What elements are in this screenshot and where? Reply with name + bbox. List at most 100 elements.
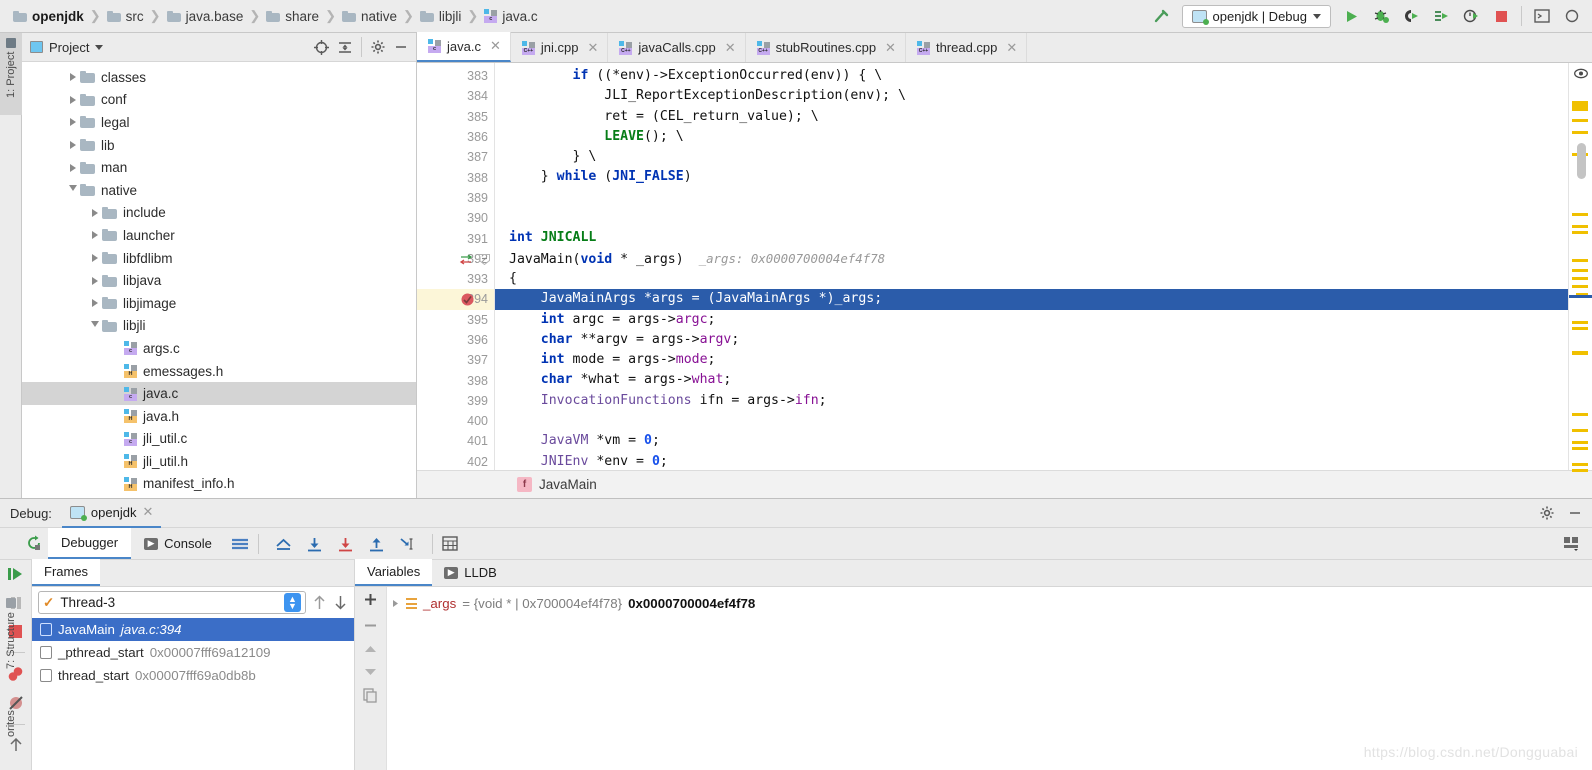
- up-icon[interactable]: [363, 644, 378, 655]
- chevron-right-icon[interactable]: [66, 95, 80, 104]
- tab-debugger[interactable]: Debugger: [48, 528, 132, 559]
- layout-settings-icon[interactable]: [1563, 536, 1592, 551]
- gutter-line[interactable]: 383: [417, 66, 494, 86]
- recursive-call-icon[interactable]: [459, 253, 473, 266]
- chevron-down-icon[interactable]: [95, 44, 104, 50]
- gutter-line[interactable]: 388: [417, 167, 494, 187]
- gutter-line[interactable]: 387: [417, 147, 494, 167]
- editor-tab-stubRoutines-cpp[interactable]: C++ stubRoutines.cpp ✕: [746, 33, 906, 62]
- chevron-right-icon[interactable]: [66, 73, 80, 82]
- frame-row[interactable]: JavaMain java.c:394: [32, 618, 354, 641]
- gutter-line[interactable]: 393: [417, 269, 494, 289]
- gutter-line[interactable]: 396: [417, 330, 494, 350]
- resume-icon[interactable]: [7, 566, 25, 582]
- tree-file-row[interactable]: c args.c: [22, 337, 416, 360]
- code-line[interactable]: JNIEnv *env = 0;: [495, 452, 1568, 470]
- variables-list[interactable]: _args = {void * | 0x700004ef4f78} 0x000070…: [387, 587, 1592, 770]
- editor-tab-javaCalls-cpp[interactable]: C++ javaCalls.cpp ✕: [608, 33, 746, 62]
- chevron-right-icon[interactable]: [88, 299, 102, 308]
- tree-folder-row[interactable]: conf: [22, 89, 416, 112]
- chevron-down-icon[interactable]: [1313, 13, 1321, 19]
- breadcrumb-item-native[interactable]: native: [337, 9, 402, 24]
- editor-tab-java-c[interactable]: c java.c ✕: [417, 32, 511, 62]
- gutter-line[interactable]: 386: [417, 127, 494, 147]
- collapse-all-icon[interactable]: [338, 40, 352, 55]
- tree-file-row[interactable]: Hemessages.h: [22, 360, 416, 383]
- breakpoint-icon[interactable]: [461, 293, 474, 306]
- tab-lldb[interactable]: ▶ LLDB: [432, 559, 509, 586]
- gutter-line[interactable]: 398: [417, 370, 494, 390]
- tree-folder-row[interactable]: launcher: [22, 224, 416, 247]
- attach-debug-icon[interactable]: [1401, 6, 1421, 26]
- up-arrow-icon[interactable]: [312, 594, 327, 611]
- tab-variables[interactable]: Variables: [355, 559, 433, 586]
- show-execution-point-icon[interactable]: [275, 536, 292, 552]
- code-line[interactable]: int argc = args->argc;: [495, 310, 1568, 330]
- breadcrumb-item-src[interactable]: src: [102, 9, 149, 24]
- chevron-right-icon[interactable]: [66, 163, 80, 172]
- tree-file-row[interactable]: Hmanifest_info.h: [22, 473, 416, 496]
- gutter-line[interactable]: 384: [417, 86, 494, 106]
- code-line[interactable]: char *what = args->what;: [495, 370, 1568, 390]
- code-line[interactable]: JavaVM *vm = 0;: [495, 431, 1568, 451]
- code-line[interactable]: ret = (CEL_return_value); \: [495, 107, 1568, 127]
- force-step-into-icon[interactable]: [368, 536, 385, 552]
- breadcrumb-item-share[interactable]: share: [261, 9, 324, 24]
- frame-row[interactable]: _pthread_start 0x00007fff69a12109: [32, 641, 354, 664]
- tree-folder-row[interactable]: libfdlibm: [22, 247, 416, 270]
- close-icon[interactable]: ✕: [142, 504, 153, 520]
- gutter-line[interactable]: 385: [417, 107, 494, 127]
- evaluate-expression-icon[interactable]: [442, 536, 458, 551]
- chevron-down-icon[interactable]: [88, 320, 102, 331]
- step-over-icon[interactable]: [306, 536, 323, 552]
- editor-tab-thread-cpp[interactable]: C++ thread.cpp ✕: [906, 33, 1028, 62]
- minimize-icon[interactable]: [1568, 506, 1582, 520]
- code-line[interactable]: char **argv = args->argv;: [495, 330, 1568, 350]
- tree-file-row[interactable]: c java.c: [22, 382, 416, 405]
- code-line[interactable]: JLI_ReportExceptionDescription(env); \: [495, 86, 1568, 106]
- breadcrumb-item-openjdk[interactable]: openjdk: [8, 9, 89, 24]
- gutter-line[interactable]: 392: [417, 249, 494, 269]
- copy-icon[interactable]: [363, 688, 378, 703]
- code-line[interactable]: JavaMain(void * _args) _args: 0x00007000…: [495, 249, 1568, 269]
- close-icon[interactable]: ✕: [490, 38, 501, 54]
- down-arrow-icon[interactable]: [333, 594, 348, 611]
- down-icon[interactable]: [363, 666, 378, 677]
- thread-selector[interactable]: ✓ Thread-3 ▲ ▼: [38, 591, 306, 614]
- breadcrumb-function-name[interactable]: JavaMain: [539, 477, 597, 492]
- chevron-right-icon[interactable]: [88, 254, 102, 263]
- sidebar-item-structure[interactable]: 7: Structure: [0, 593, 22, 688]
- run-icon[interactable]: [1341, 6, 1361, 26]
- add-icon[interactable]: [363, 592, 378, 607]
- gear-icon[interactable]: [1540, 506, 1554, 520]
- inspections-eye-icon[interactable]: [1574, 68, 1588, 79]
- more-icon[interactable]: [1562, 6, 1582, 26]
- chevron-right-icon[interactable]: [88, 231, 102, 240]
- console-icon[interactable]: [1532, 6, 1552, 26]
- thread-spinner-icon[interactable]: ▲ ▼: [284, 593, 301, 612]
- variable-row[interactable]: _args = {void * | 0x700004ef4f78} 0x000070…: [387, 593, 1592, 614]
- tree-folder-row[interactable]: man: [22, 156, 416, 179]
- tree-file-row[interactable]: c jli_util.c: [22, 428, 416, 451]
- code-line[interactable]: [495, 411, 1568, 431]
- gutter-line[interactable]: 400: [417, 411, 494, 431]
- gutter-line[interactable]: 391: [417, 228, 494, 248]
- close-icon[interactable]: ✕: [587, 40, 598, 56]
- close-icon[interactable]: ✕: [885, 40, 896, 56]
- code-line[interactable]: if ((*env)->ExceptionOccurred(env)) { \: [495, 66, 1568, 86]
- tree-folder-row[interactable]: native: [22, 179, 416, 202]
- gutter-line[interactable]: 397: [417, 350, 494, 370]
- layout-icon[interactable]: [231, 537, 249, 551]
- rerun-icon[interactable]: [26, 535, 43, 552]
- gutter-line[interactable]: 394: [417, 289, 494, 310]
- gutter-line[interactable]: 390: [417, 208, 494, 228]
- breadcrumb-item-java-base[interactable]: java.base: [162, 9, 249, 24]
- chevron-right-icon[interactable]: [66, 141, 80, 150]
- tree-folder-row[interactable]: lib: [22, 134, 416, 157]
- code-line[interactable]: int JNICALL: [495, 228, 1568, 248]
- tab-console[interactable]: ▶ Console: [131, 528, 225, 559]
- editor-scrollbar-thumb[interactable]: [1577, 143, 1586, 179]
- tree-folder-row[interactable]: classes: [22, 66, 416, 89]
- code-line[interactable]: [495, 208, 1568, 228]
- minimize-icon[interactable]: [394, 40, 408, 54]
